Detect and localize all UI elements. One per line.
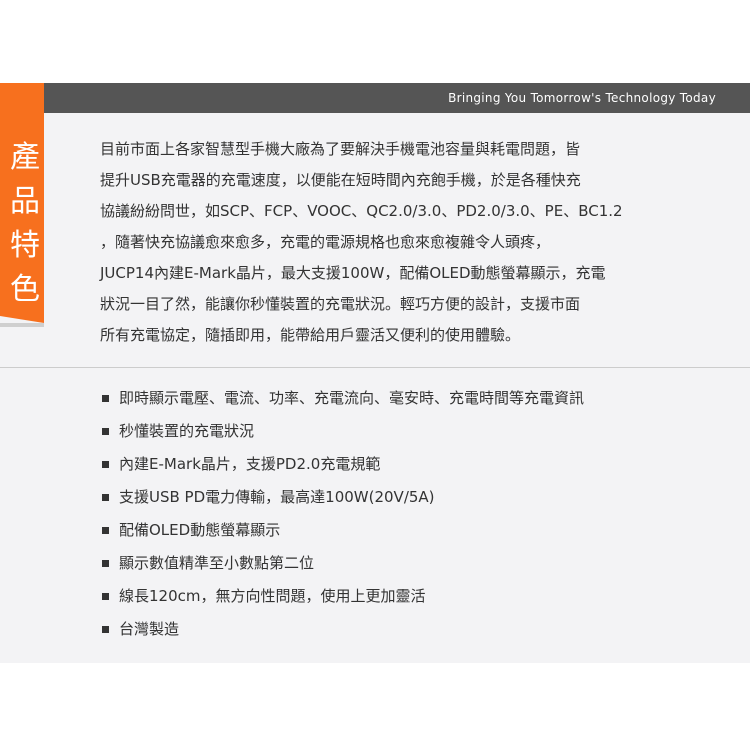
square-bullet-icon	[102, 428, 109, 435]
feature-text: 台灣製造	[119, 620, 180, 638]
feature-text: 內建E-Mark晶片，支援PD2.0充電規範	[119, 455, 381, 473]
list-item: 秒懂裝置的充電狀況	[102, 415, 722, 448]
list-item: 線長120cm，無方向性問題，使用上更加靈活	[102, 580, 722, 613]
feature-text: 顯示數值精準至小數點第二位	[119, 554, 315, 572]
feature-text: 配備OLED動態螢幕顯示	[119, 521, 281, 539]
feature-text: 線長120cm，無方向性問題，使用上更加靈活	[119, 587, 426, 605]
square-bullet-icon	[102, 626, 109, 633]
section-label: 產 品 特 色	[6, 136, 44, 312]
intro-line: 狀況一目了然，能讓你秒懂裝置的充電狀況。輕巧方便的設計，支援市面	[100, 295, 581, 313]
section-tab-shadow	[0, 323, 44, 327]
section-label-char: 產	[10, 140, 40, 175]
feature-text: 秒懂裝置的充電狀況	[119, 422, 255, 440]
intro-paragraph: 目前市面上各家智慧型手機大廠為了要解決手機電池容量與耗電問題，皆 提升USB充電…	[100, 134, 700, 351]
square-bullet-icon	[102, 494, 109, 501]
intro-line: 提升USB充電器的充電速度，以便能在短時間內充飽手機，於是各種快充	[100, 171, 581, 189]
list-item: 內建E-Mark晶片，支援PD2.0充電規範	[102, 448, 722, 481]
feature-text: 即時顯示電壓、電流、功率、充電流向、毫安時、充電時間等充電資訊	[119, 389, 585, 407]
intro-line: 協議紛紛問世，如SCP、FCP、VOOC、QC2.0/3.0、PD2.0/3.0…	[100, 202, 623, 220]
header-bar: Bringing You Tomorrow's Technology Today	[44, 83, 750, 113]
section-label-char: 色	[10, 272, 40, 307]
list-item: 台灣製造	[102, 613, 722, 646]
square-bullet-icon	[102, 395, 109, 402]
intro-line: JUCP14內建E-Mark晶片，最大支援100W，配備OLED動態螢幕顯示，充…	[100, 264, 606, 282]
square-bullet-icon	[102, 461, 109, 468]
feature-list: 即時顯示電壓、電流、功率、充電流向、毫安時、充電時間等充電資訊 秒懂裝置的充電狀…	[102, 382, 722, 646]
list-item: 支援USB PD電力傳輸，最高達100W(20V/5A)	[102, 481, 722, 514]
list-item: 配備OLED動態螢幕顯示	[102, 514, 722, 547]
section-label-char: 特	[10, 228, 40, 263]
square-bullet-icon	[102, 593, 109, 600]
intro-line: 目前市面上各家智慧型手機大廠為了要解決手機電池容量與耗電問題，皆	[100, 140, 581, 158]
list-item: 顯示數值精準至小數點第二位	[102, 547, 722, 580]
section-label-char: 品	[10, 184, 40, 219]
intro-line: 所有充電協定，隨插即用，能帶給用戶靈活又便利的使用體驗。	[100, 326, 521, 344]
tagline: Bringing You Tomorrow's Technology Today	[448, 91, 716, 105]
feature-text: 支援USB PD電力傳輸，最高達100W(20V/5A)	[119, 488, 435, 506]
list-item: 即時顯示電壓、電流、功率、充電流向、毫安時、充電時間等充電資訊	[102, 382, 722, 415]
intro-line: ，隨著快充協議愈來愈多，充電的電源規格也愈來愈複雜令人頭疼，	[100, 233, 551, 251]
section-divider	[0, 367, 750, 368]
square-bullet-icon	[102, 527, 109, 534]
square-bullet-icon	[102, 560, 109, 567]
